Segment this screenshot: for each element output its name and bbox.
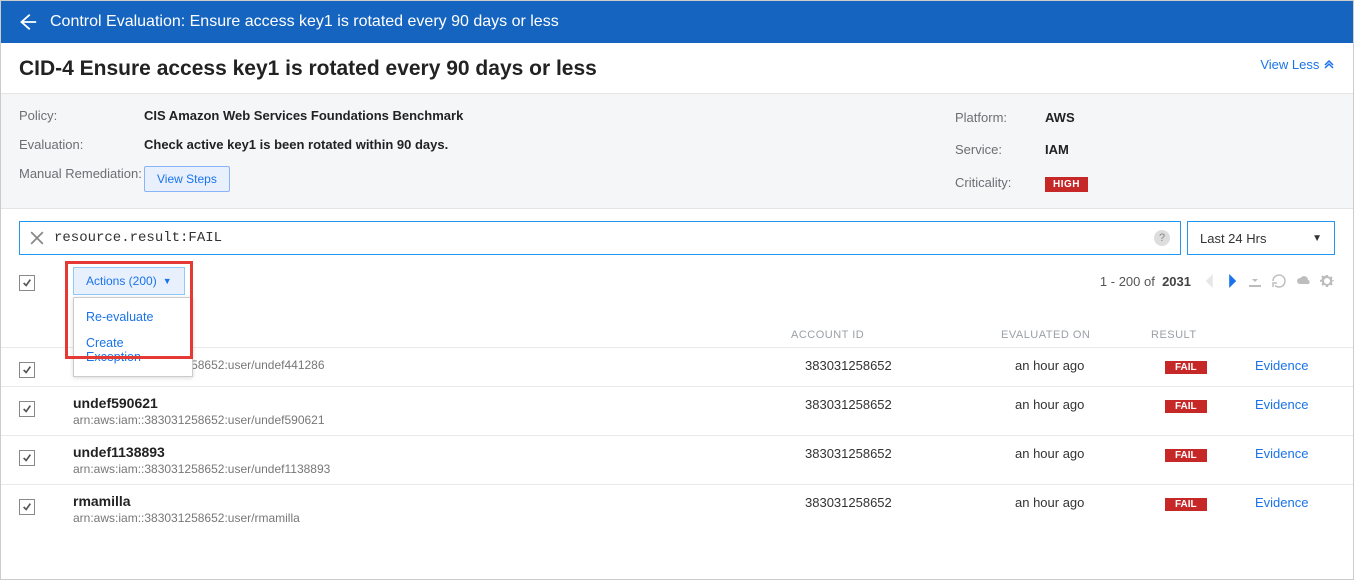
resource-arn: arn:aws:iam::383031258652:user/undef5906… bbox=[73, 413, 805, 427]
table-row: rmamillaarn:aws:iam::383031258652:user/r… bbox=[1, 484, 1353, 533]
page-next-button[interactable] bbox=[1225, 274, 1239, 288]
evaluated-on: an hour ago bbox=[1015, 356, 1165, 373]
column-headers: ACCOUNT ID EVALUATED ON RESULT bbox=[1, 329, 1353, 347]
right-tools: 1 - 200 of 2031 bbox=[1100, 267, 1335, 289]
topbar: Control Evaluation: Ensure access key1 i… bbox=[1, 1, 1353, 43]
resource-name: undef590621 bbox=[73, 395, 805, 411]
result-badge: FAIL bbox=[1165, 361, 1207, 374]
table-row: undef590621arn:aws:iam::383031258652:use… bbox=[1, 386, 1353, 435]
search-box: ? bbox=[19, 221, 1181, 255]
resource-arn: arn:aws:iam::383031258652:user/undef1138… bbox=[73, 462, 805, 476]
policy-value: CIS Amazon Web Services Foundations Benc… bbox=[144, 108, 955, 123]
topbar-title: Control Evaluation: Ensure access key1 i… bbox=[50, 13, 559, 31]
action-create-exception[interactable]: Create Exception bbox=[74, 330, 192, 370]
table-row: undef1138893arn:aws:iam::383031258652:us… bbox=[1, 435, 1353, 484]
search-input[interactable] bbox=[54, 230, 1154, 246]
account-id: 383031258652 bbox=[805, 493, 1015, 510]
view-steps-button[interactable]: View Steps bbox=[144, 166, 230, 192]
resource-arn: arn:aws:iam::383031258652:user/rmamilla bbox=[73, 511, 805, 525]
row-checkbox[interactable] bbox=[19, 362, 35, 378]
evaluated-on: an hour ago bbox=[1015, 493, 1165, 510]
row-checkbox[interactable] bbox=[19, 499, 35, 515]
result-badge: FAIL bbox=[1165, 449, 1207, 462]
actions-menu: Re-evaluate Create Exception bbox=[73, 297, 193, 377]
evaluated-on: an hour ago bbox=[1015, 395, 1165, 412]
col-evaluated: EVALUATED ON bbox=[1001, 329, 1151, 341]
evidence-link[interactable]: Evidence bbox=[1255, 397, 1308, 412]
pagination-range: 1 - 200 of 2031 bbox=[1100, 274, 1191, 289]
evidence-link[interactable]: Evidence bbox=[1255, 446, 1308, 461]
evaluation-label: Evaluation: bbox=[19, 137, 144, 152]
table-body[interactable]: arn:aws:iam::383031258652:user/undef4412… bbox=[1, 347, 1353, 549]
service-label: Service: bbox=[955, 142, 1045, 157]
cloud-icon[interactable] bbox=[1295, 273, 1311, 289]
help-icon[interactable]: ? bbox=[1154, 230, 1170, 246]
select-all-checkbox[interactable] bbox=[19, 275, 35, 291]
evidence-link[interactable]: Evidence bbox=[1255, 358, 1308, 373]
row-checkbox[interactable] bbox=[19, 401, 35, 417]
time-range-select[interactable]: Last 24 Hrs ▼ bbox=[1187, 221, 1335, 255]
chevron-down-icon: ▼ bbox=[1312, 233, 1322, 244]
page-prev-button[interactable] bbox=[1203, 274, 1217, 288]
account-id: 383031258652 bbox=[805, 395, 1015, 412]
col-result: RESULT bbox=[1151, 329, 1241, 341]
resource-name: undef1138893 bbox=[73, 444, 805, 460]
remediation-label: Manual Remediation: bbox=[19, 166, 144, 181]
result-badge: FAIL bbox=[1165, 498, 1207, 511]
action-re-evaluate[interactable]: Re-evaluate bbox=[74, 304, 192, 330]
evaluation-value: Check active key1 is been rotated within… bbox=[144, 137, 955, 152]
evaluated-on: an hour ago bbox=[1015, 444, 1165, 461]
download-icon[interactable] bbox=[1247, 273, 1263, 289]
service-value: IAM bbox=[1045, 142, 1335, 157]
chevron-down-icon: ▼ bbox=[163, 276, 172, 286]
page-title: CID-4 Ensure access key1 is rotated ever… bbox=[19, 57, 597, 81]
criticality-badge: HIGH bbox=[1045, 177, 1088, 192]
col-account: ACCOUNT ID bbox=[791, 329, 1001, 341]
platform-value: AWS bbox=[1045, 110, 1335, 125]
refresh-icon[interactable] bbox=[1271, 273, 1287, 289]
actions-dropdown-button[interactable]: Actions (200) ▼ bbox=[73, 267, 185, 295]
criticality-label: Criticality: bbox=[955, 175, 1045, 190]
account-id: 383031258652 bbox=[805, 356, 1015, 373]
clear-search-icon[interactable] bbox=[30, 231, 44, 245]
page-header: CID-4 Ensure access key1 is rotated ever… bbox=[1, 43, 1353, 93]
row-checkbox[interactable] bbox=[19, 450, 35, 466]
policy-label: Policy: bbox=[19, 108, 144, 123]
account-id: 383031258652 bbox=[805, 444, 1015, 461]
view-less-toggle[interactable]: View Less bbox=[1260, 57, 1335, 72]
meta-panel: Policy: CIS Amazon Web Services Foundati… bbox=[1, 93, 1353, 209]
gear-icon[interactable] bbox=[1319, 273, 1335, 289]
platform-label: Platform: bbox=[955, 110, 1045, 125]
back-arrow-icon[interactable] bbox=[16, 11, 38, 33]
evidence-link[interactable]: Evidence bbox=[1255, 495, 1308, 510]
table-row: arn:aws:iam::383031258652:user/undef4412… bbox=[1, 347, 1353, 386]
resource-name: rmamilla bbox=[73, 493, 805, 509]
result-badge: FAIL bbox=[1165, 400, 1207, 413]
